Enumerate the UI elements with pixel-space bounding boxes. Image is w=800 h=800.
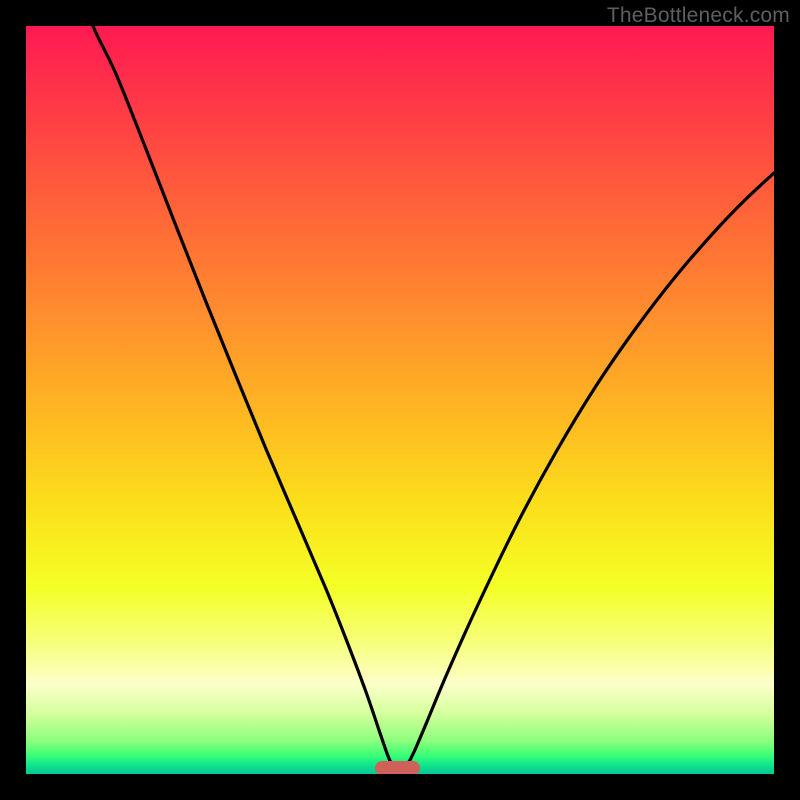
plot-frame <box>26 26 774 774</box>
curve-right <box>401 173 774 773</box>
curve-left <box>85 26 397 773</box>
curve-plot <box>26 26 774 774</box>
watermark-text: TheBottleneck.com <box>607 4 790 28</box>
bottleneck-marker <box>375 761 420 774</box>
